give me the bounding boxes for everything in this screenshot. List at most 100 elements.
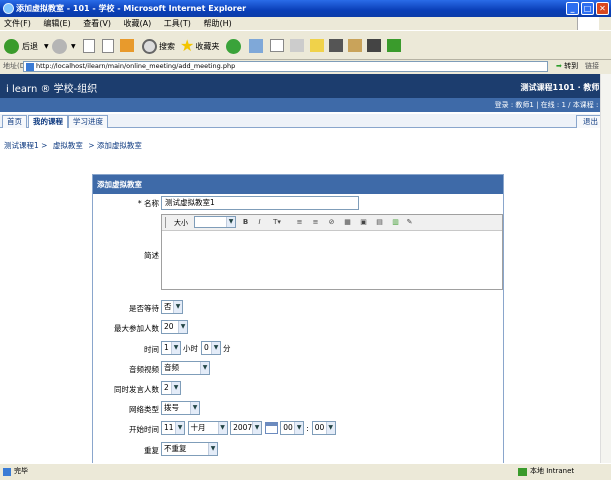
repeat-select[interactable]: 不重复 ▼ (161, 442, 218, 456)
menu-edit[interactable]: 编辑(E) (43, 19, 70, 28)
minimize-button[interactable]: _ (566, 2, 579, 15)
favorites-label: 收藏夹 (195, 41, 220, 51)
hours-select[interactable]: 1 ▼ (161, 341, 181, 355)
forward-button[interactable]: ▼ (52, 37, 76, 55)
breadcrumb-course[interactable]: 测试课程1 > (4, 141, 47, 150)
name-label: * 名称 (137, 199, 159, 208)
start-time-label: 开始时间 (129, 425, 159, 434)
back-button[interactable]: 后退 ▼ (4, 37, 49, 55)
minutes-unit: 分 (223, 343, 231, 353)
italic-icon[interactable]: I (254, 217, 265, 228)
source-icon[interactable]: ▤ (374, 217, 385, 228)
tab-my-courses[interactable]: 我的课程 (28, 115, 68, 128)
site-logo[interactable]: i learn ® 学校-组织 (6, 80, 97, 95)
maximize-button[interactable]: □ (581, 2, 594, 15)
repeat-label: 重复 (144, 446, 159, 455)
minutes-select[interactable]: 0 ▼ (201, 341, 221, 355)
unordered-list-icon[interactable]: ≡ (310, 217, 321, 228)
site-header: i learn ® 学校-组织 测试课程1101 · 教师1 (0, 74, 611, 98)
year-select[interactable]: 2007 ▼ (230, 421, 263, 435)
page-content: i learn ® 学校-组织 测试课程1101 · 教师1 登录 : 教师1 … (0, 74, 611, 463)
name-input[interactable]: 测试虚拟教室1 (161, 196, 359, 210)
repeat-value: 不重复 (164, 444, 187, 453)
search-label: 搜索 (159, 41, 175, 51)
minute-select[interactable]: 00 ▼ (311, 421, 336, 435)
font-size-label: 大小 (174, 219, 188, 227)
menu-tools[interactable]: 工具(T) (164, 19, 191, 28)
research-icon[interactable] (348, 39, 362, 52)
intranet-icon (518, 468, 527, 476)
ie-icon (3, 3, 14, 14)
form-title: 添加虚拟教室 (93, 175, 503, 194)
paste-icon[interactable]: ▥ (390, 217, 401, 228)
audio-video-row: 音频视频 音频 ▼ (93, 361, 505, 377)
speakers-row: 同时发言人数 2 ▼ (93, 381, 505, 397)
bold-icon[interactable]: B (240, 217, 251, 228)
history-icon[interactable] (249, 39, 263, 53)
minute-value: 00 (314, 423, 325, 432)
font-size-select[interactable]: ▼ (194, 216, 236, 228)
network-label: 网络类型 (129, 405, 159, 414)
messenger-icon[interactable] (367, 39, 381, 52)
editor-toolbar: 大小 ▼ B I T▾ ≡ ≡ ⊘ ▦ ▣ ▤ ▥ ✎ (162, 215, 502, 231)
close-button[interactable]: ✕ (596, 2, 609, 15)
audio-video-select[interactable]: 音频 ▼ (161, 361, 210, 375)
spellcheck-icon[interactable]: ✎ (404, 217, 415, 228)
menu-bar: 文件(F) 编辑(E) 查看(V) 收藏(A) 工具(T) 帮助(H) (0, 17, 611, 30)
mail-icon[interactable] (270, 39, 284, 52)
media-icon[interactable] (226, 39, 241, 54)
network-select[interactable]: 拨号 ▼ (161, 401, 200, 415)
address-input[interactable]: http://localhost/ilearn/main/online_meet… (23, 61, 548, 72)
window-title: 添加虚拟教室 - 101 - 学校 - Microsoft Internet E… (16, 4, 247, 13)
stop-icon[interactable] (83, 39, 95, 53)
speakers-select[interactable]: 2 ▼ (161, 381, 181, 395)
hour-value: 00 (283, 423, 293, 432)
back-label: 后退 (22, 41, 38, 51)
wait-label: 是否等待 (129, 304, 159, 313)
image-icon[interactable]: ▦ (342, 217, 353, 228)
nav-tabs: 首页 我的课程 学习进度 退出 (0, 114, 611, 128)
favorites-button[interactable]: ★ 收藏夹 (180, 37, 219, 55)
start-time-row: 开始时间 11 ▼ 十月 ▼ 2007 ▼ 00 ▼:00 ▼ (93, 421, 505, 437)
max-participants-select[interactable]: 20 ▼ (161, 320, 188, 334)
edit-icon[interactable] (310, 39, 324, 52)
tab-home[interactable]: 首页 (2, 115, 27, 128)
status-text: 完毕 (14, 467, 28, 475)
search-button[interactable]: 搜索 (142, 37, 175, 55)
link-icon[interactable]: ⊘ (326, 217, 337, 228)
page-done-icon (3, 468, 11, 476)
print-icon[interactable] (290, 39, 304, 52)
mesh-icon[interactable] (387, 39, 401, 52)
vertical-scrollbar[interactable] (600, 74, 611, 463)
user-status-text: 登录 : 教师1 | 在线 : 1 / 本课程 : 1 (494, 101, 605, 109)
hour-select[interactable]: 00 ▼ (280, 421, 305, 435)
menu-help[interactable]: 帮助(H) (203, 19, 231, 28)
tab-progress[interactable]: 学习进度 (68, 115, 108, 128)
refresh-icon[interactable] (102, 39, 114, 53)
go-button[interactable]: ➡ 转到 (556, 60, 578, 73)
forward-arrow-icon (52, 38, 67, 54)
breadcrumb-virtual-classroom[interactable]: 虚拟教室 (53, 141, 83, 150)
text-color-icon[interactable]: T▾ (268, 217, 286, 228)
discuss-icon[interactable] (329, 39, 343, 52)
calendar-icon[interactable] (264, 422, 278, 434)
description-editor[interactable]: 大小 ▼ B I T▾ ≡ ≡ ⊘ ▦ ▣ ▤ ▥ ✎ (161, 214, 503, 290)
wait-row: 是否等待 否 ▼ (93, 300, 505, 316)
menu-view[interactable]: 查看(V) (83, 19, 111, 28)
speakers-value: 2 (164, 383, 169, 392)
speakers-label: 同时发言人数 (114, 385, 159, 394)
address-url: http://localhost/ilearn/main/online_meet… (36, 62, 236, 70)
window-title-bar: 添加虚拟教室 - 101 - 学校 - Microsoft Internet E… (0, 0, 611, 17)
ordered-list-icon[interactable]: ≡ (294, 217, 305, 228)
month-select[interactable]: 十月 ▼ (187, 421, 228, 435)
day-select[interactable]: 11 ▼ (161, 421, 185, 435)
menu-file[interactable]: 文件(F) (4, 19, 31, 28)
menu-favorites[interactable]: 收藏(A) (124, 19, 152, 28)
go-label: 转到 (564, 62, 579, 70)
home-icon[interactable] (120, 39, 134, 52)
wait-value: 否 (164, 302, 172, 311)
links-button[interactable]: 链接 (585, 60, 599, 73)
table-icon[interactable]: ▣ (358, 217, 369, 228)
wait-select[interactable]: 否 ▼ (161, 300, 183, 314)
network-value: 拨号 (164, 403, 179, 412)
